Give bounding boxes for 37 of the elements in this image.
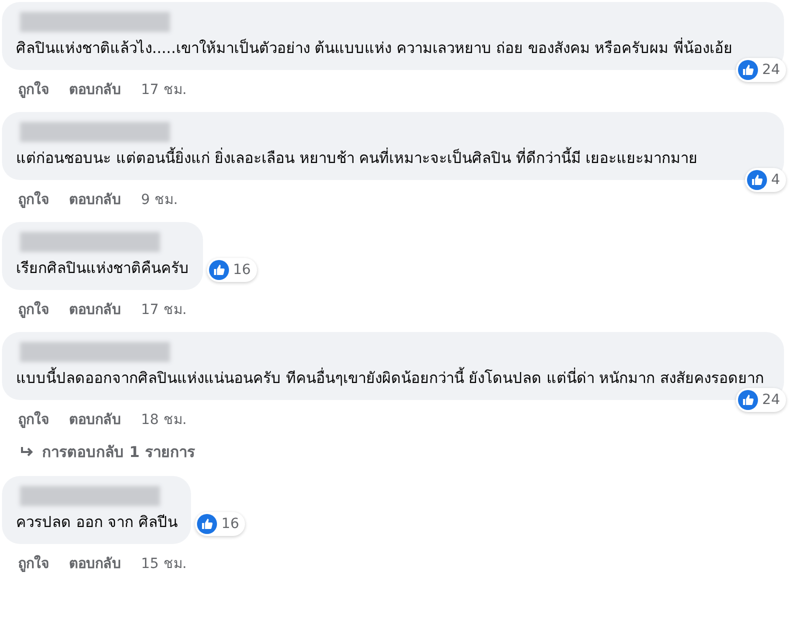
thumbs-up-icon (738, 60, 758, 80)
timestamp: 18 ชม. (141, 411, 187, 430)
thumbs-up-icon (747, 170, 768, 190)
reaction-count: 24 (762, 392, 780, 408)
thumbs-up-icon (209, 260, 229, 280)
comment-text: แบบนี้ปลดออกจากศิลปินแห่งแน่นอนครับ ทีคนอื่นๆเขายังผิดน้อยกว่านี้ ยังโดนปลด แต่นี่ด่า หนักมาก สงสัยคงรอดยาก (16, 366, 765, 389)
like-link[interactable]: ถูกใจ (18, 78, 49, 100)
like-link[interactable]: ถูกใจ (18, 408, 49, 430)
comment-text: แต่ก่อนชอบนะ แต่ตอนนี้ยิ่งแก่ ยิ่งเลอะเลือน หยาบช้า คนที่เหมาะจะเป็นศิลปิน ที่ดีกว่านี้มี เยอะแยะมากมาย (16, 146, 699, 169)
reply-link[interactable]: ตอบกลับ (69, 188, 121, 210)
like-link[interactable]: ถูกใจ (18, 552, 49, 574)
timestamp: 9 ชม. (141, 191, 178, 210)
view-replies-link[interactable]: การตอบกลับ 1 รายการ (2, 430, 800, 464)
reply-link[interactable]: ตอบกลับ (69, 78, 121, 100)
reaction-badge[interactable]: 24 (736, 58, 786, 82)
reaction-count: 4 (771, 172, 780, 188)
timestamp: 17 ชม. (141, 81, 187, 100)
reply-link[interactable]: ตอบกลับ (69, 552, 121, 574)
reaction-badge[interactable]: 16 (207, 258, 257, 282)
reaction-badge[interactable]: 24 (736, 388, 786, 412)
comment-text: เรียกศิลปินแห่งชาติคืนครับ (16, 258, 189, 279)
comment-text: ควรปลด ออก จาก ศิลปีน (16, 512, 178, 533)
reaction-badge[interactable]: 4 (745, 168, 786, 192)
timestamp: 17 ชม. (141, 301, 187, 320)
reaction-count: 16 (221, 516, 240, 532)
reaction-count: 16 (233, 262, 251, 278)
thumbs-up-icon (197, 514, 218, 534)
thumbs-up-icon (738, 390, 758, 410)
reply-arrow-icon (20, 446, 34, 458)
reaction-count: 24 (762, 62, 780, 78)
timestamp: 15 ชม. (141, 555, 187, 574)
reply-link[interactable]: ตอบกลับ (69, 298, 121, 320)
reply-link[interactable]: ตอบกลับ (69, 408, 121, 430)
like-link[interactable]: ถูกใจ (18, 188, 49, 210)
reaction-badge[interactable]: 16 (195, 512, 246, 536)
comment-text: ศิลปินแห่งชาติแล้วไง.....เขาให้มาเป็นตัวอย่าง ต้นแบบแห่ง ความเลวหยาบ ถ่อย ของสังคม หรือครับผม พี่น้องเอ้ย (16, 36, 734, 59)
like-link[interactable]: ถูกใจ (18, 298, 49, 320)
